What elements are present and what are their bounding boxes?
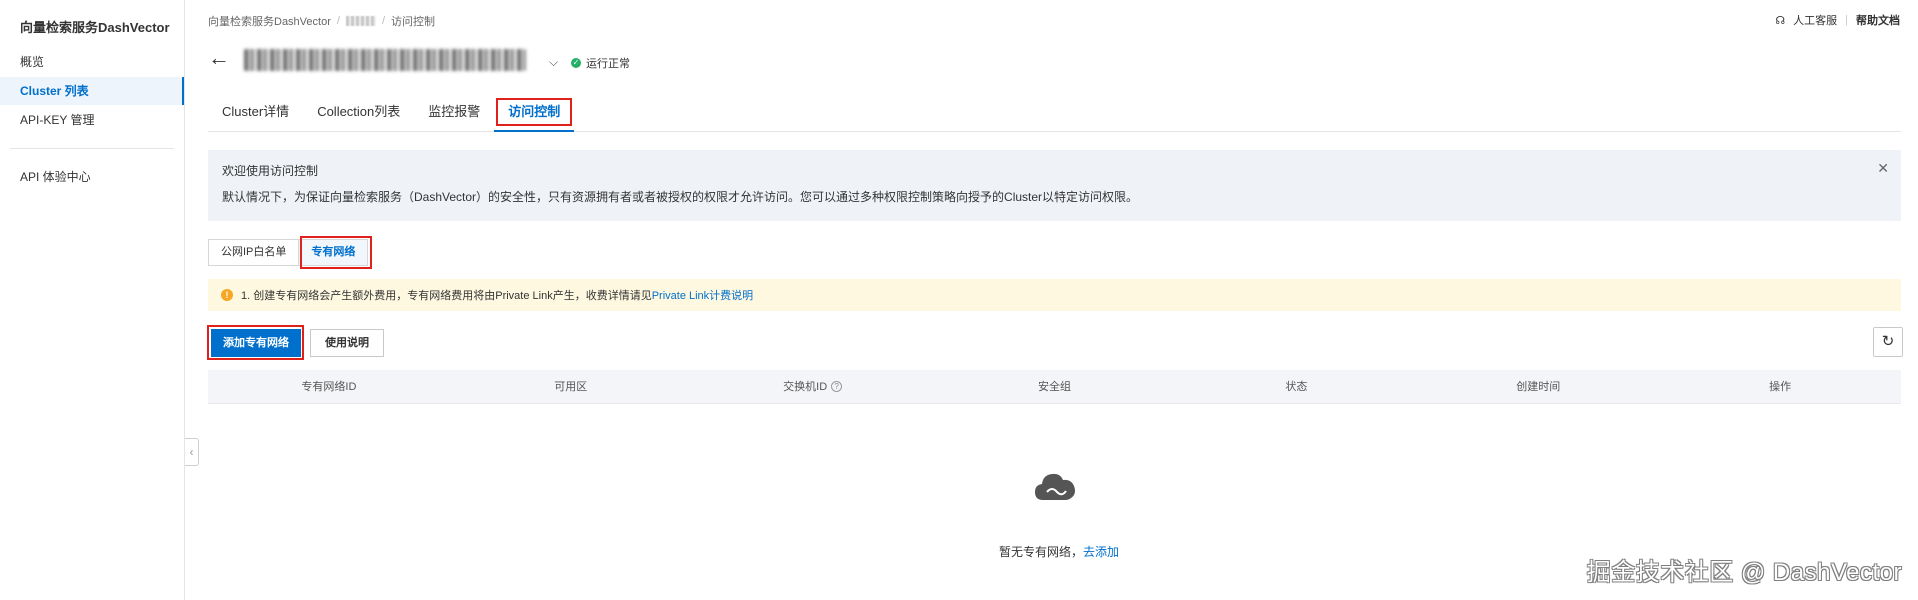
breadcrumb-separator: /: [381, 15, 385, 27]
column-label: 可用区: [554, 380, 588, 393]
column-header-zone: 可用区: [450, 370, 692, 403]
column-label: 专有网络ID: [301, 380, 357, 393]
help-docs-link[interactable]: 帮助文档: [1856, 12, 1900, 28]
cluster-title-redacted: [244, 49, 526, 71]
private-network-button[interactable]: 专有网络: [299, 239, 369, 266]
column-header-vpc-id: 专有网络ID: [208, 370, 450, 403]
warning-banner: ! 1. 创建专有网络会产生额外费用，专有网络费用将由Private Link产…: [208, 279, 1901, 311]
breadcrumb-cluster-redacted[interactable]: [345, 16, 376, 26]
network-type-switch: 公网IP白名单 专有网络: [208, 236, 372, 269]
pricing-link[interactable]: Private Link计费说明: [652, 290, 753, 302]
warning-text: 1. 创建专有网络会产生额外费用，专有网络费用将由Private Link产生，…: [241, 287, 753, 303]
status-text: 运行正常: [586, 58, 630, 70]
status-badge: ✓ 运行正常: [571, 55, 630, 71]
breadcrumb: 向量检索服务DashVector / / 访问控制: [208, 13, 435, 29]
empty-cloud-icon: [1035, 473, 1075, 500]
customer-service-icon: ☊: [1775, 14, 1786, 27]
column-label: 交换机ID: [783, 380, 828, 393]
customer-service-link[interactable]: 人工客服: [1793, 12, 1837, 28]
column-header-status: 状态: [1175, 370, 1417, 403]
tab-cluster-details[interactable]: Cluster详情: [208, 98, 303, 132]
column-header-created-time: 创建时间: [1417, 370, 1659, 403]
chevron-down-icon[interactable]: ⌵: [549, 55, 558, 70]
column-header-security-group: 安全组: [934, 370, 1176, 403]
add-private-network-button[interactable]: 添加专有网络: [211, 329, 301, 357]
breadcrumb-current: 访问控制: [391, 16, 435, 28]
column-label: 安全组: [1038, 380, 1071, 393]
warning-text-body: 1. 创建专有网络会产生额外费用，专有网络费用将由Private Link产生，…: [241, 290, 652, 302]
help-circle-icon[interactable]: ?: [831, 381, 843, 392]
breadcrumb-separator: /: [336, 15, 340, 27]
check-circle-icon: ✓: [571, 58, 581, 68]
column-label: 状态: [1285, 380, 1308, 393]
table-header: 专有网络ID 可用区 交换机ID? 安全组 状态 创建时间 操作: [208, 370, 1901, 404]
sidebar: 向量检索服务DashVector 概览 Cluster 列表 API-KEY 管…: [0, 0, 185, 600]
column-header-actions: 操作: [1659, 370, 1901, 403]
column-label: 创建时间: [1516, 380, 1561, 393]
top-links-separator: |: [1845, 14, 1848, 26]
top-links: ☊ 人工客服 | 帮助文档: [1775, 12, 1900, 28]
sidebar-title: 向量检索服务DashVector: [20, 20, 170, 35]
public-ip-whitelist-button[interactable]: 公网IP白名单: [208, 239, 300, 266]
highlight-box: [496, 98, 573, 126]
usage-guide-button[interactable]: 使用说明: [310, 329, 384, 357]
watermark: 掘金技术社区 @ DashVector: [1586, 559, 1902, 586]
sidebar-item-overview[interactable]: 概览: [0, 48, 184, 76]
collapse-sidebar-icon[interactable]: ‹: [185, 438, 199, 466]
tab-collection-list[interactable]: Collection列表: [303, 98, 414, 132]
column-header-vswitch-id: 交换机ID?: [692, 370, 934, 403]
sidebar-divider: [10, 148, 174, 149]
sidebar-item-api-key[interactable]: API-KEY 管理: [0, 106, 184, 134]
notice-body: 默认情况下，为保证向量检索服务（DashVector）的安全性，只有资源拥有者或…: [222, 190, 1139, 204]
back-arrow-icon[interactable]: ←: [208, 47, 230, 69]
sidebar-item-cluster-list[interactable]: Cluster 列表: [0, 77, 184, 105]
close-icon[interactable]: ✕: [1877, 160, 1889, 177]
tab-monitoring[interactable]: 监控报警: [414, 98, 494, 132]
warning-icon: !: [221, 289, 233, 301]
sidebar-item-api-playground[interactable]: API 体验中心: [0, 163, 184, 191]
breadcrumb-root[interactable]: 向量检索服务DashVector: [208, 13, 331, 29]
go-add-link[interactable]: 去添加: [1083, 545, 1119, 559]
tab-access-control[interactable]: 访问控制: [494, 98, 575, 132]
notice-title: 欢迎使用访问控制: [222, 164, 319, 178]
empty-state-text: 暂无专有网络，: [998, 545, 1083, 559]
tabs: Cluster详情 Collection列表 监控报警 访问控制: [208, 98, 1901, 132]
welcome-notice: 欢迎使用访问控制 默认情况下，为保证向量检索服务（DashVector）的安全性…: [208, 150, 1901, 221]
refresh-icon[interactable]: ↻: [1873, 327, 1903, 357]
column-label: 操作: [1769, 380, 1792, 393]
